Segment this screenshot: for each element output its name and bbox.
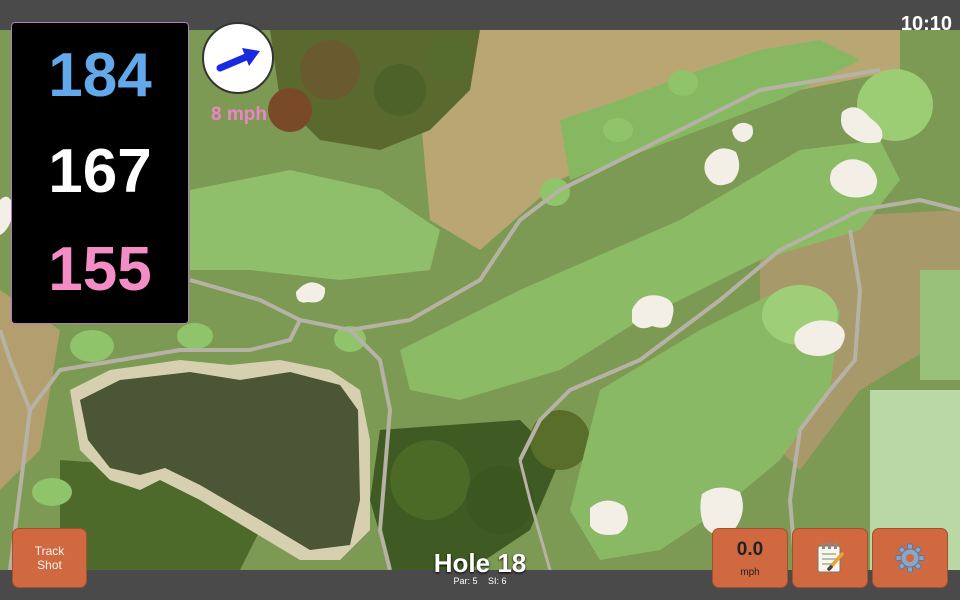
track-shot-label: Track Shot	[34, 544, 65, 572]
settings-button[interactable]	[872, 528, 948, 588]
wind-speed-label: 8 mph	[211, 104, 267, 125]
notepad-icon	[817, 543, 844, 573]
front-distance: 155	[48, 235, 152, 304]
gear-icon	[895, 543, 925, 573]
middle-distance: 167	[48, 137, 152, 206]
hole-title: Hole 18	[433, 548, 527, 578]
track-shot-button[interactable]: Track Shot	[12, 528, 87, 588]
wind-speed-value: 0.0	[736, 539, 764, 560]
wind-arrow-icon	[216, 48, 260, 72]
hole-stroke-index: SI: 6	[488, 576, 507, 586]
hole-par: Par: 5	[453, 576, 478, 586]
notes-button[interactable]	[792, 528, 868, 588]
wind-speed-unit: mph	[740, 567, 760, 578]
wind-indicator	[202, 22, 274, 94]
back-distance: 184	[48, 41, 152, 110]
wind-speed-button[interactable]: 0.0 mph	[712, 528, 788, 588]
hole-info: Par: 5 SI: 6	[380, 576, 580, 586]
distance-panel: 184 167 155	[11, 22, 189, 324]
